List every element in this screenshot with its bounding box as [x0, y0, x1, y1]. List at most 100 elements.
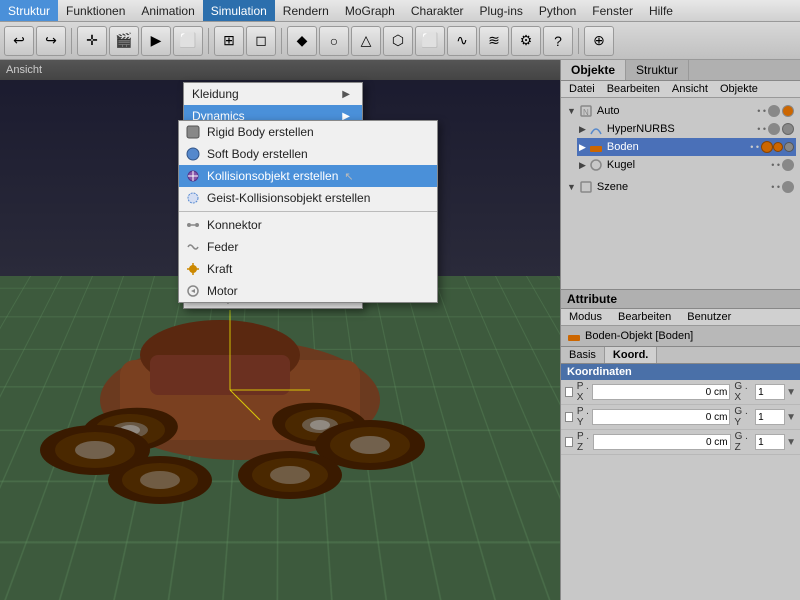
- attr-benutzer[interactable]: Benutzer: [679, 309, 739, 325]
- attr-tabs: Basis Koord.: [561, 347, 800, 364]
- tab-objekte[interactable]: Objekte: [561, 60, 626, 80]
- coord-input-py[interactable]: [592, 409, 730, 425]
- menu-mograph[interactable]: MoGraph: [337, 0, 403, 21]
- panel-menu-ansicht[interactable]: Ansicht: [666, 82, 714, 96]
- render-button[interactable]: ▶: [141, 26, 171, 56]
- auto-icon: N: [578, 103, 594, 119]
- snap-button[interactable]: ⊕: [584, 26, 614, 56]
- boden-circles: [773, 142, 794, 152]
- submenu-kollision[interactable]: Kollisionsobjekt erstellen ↖: [179, 165, 437, 187]
- attr-bearbeiten[interactable]: Bearbeiten: [610, 309, 679, 325]
- kollision-icon: [185, 168, 201, 184]
- obj1-button[interactable]: ◆: [287, 26, 317, 56]
- menu-simulation[interactable]: Simulation: [203, 0, 275, 21]
- feder-icon: [185, 239, 201, 255]
- obj-szene[interactable]: ▼ Szene • •: [565, 178, 796, 196]
- coord-label-px: P . X: [565, 381, 592, 403]
- undo-button[interactable]: ↩: [4, 26, 34, 56]
- cursor-icon: ↖: [344, 170, 353, 183]
- attr-subheader: Modus Bearbeiten Benutzer: [561, 309, 800, 326]
- coord-arrow-gx: ▼: [786, 387, 796, 398]
- geist-icon: [185, 190, 201, 206]
- obj6-button[interactable]: ∿: [447, 26, 477, 56]
- viewport-label: Ansicht: [6, 64, 42, 76]
- panel-menu-bearbeiten[interactable]: Bearbeiten: [601, 82, 666, 96]
- viewport[interactable]: Ansicht Kleidung ▶ Dynamics ▶ Partikelsy…: [0, 60, 560, 600]
- menu-charakter[interactable]: Charakter: [403, 0, 472, 21]
- attr-tab-koord[interactable]: Koord.: [605, 347, 657, 363]
- coord-check-px[interactable]: [565, 387, 573, 397]
- szene-name: Szene: [597, 181, 769, 193]
- attr-modus[interactable]: Modus: [561, 309, 610, 325]
- grid-button[interactable]: ⊞: [214, 26, 244, 56]
- auto-circle2: [782, 105, 794, 117]
- boden-dots: • •: [750, 142, 759, 152]
- obj-kugel[interactable]: ▶ Kugel • •: [577, 156, 796, 174]
- attr-tab-basis[interactable]: Basis: [561, 347, 605, 363]
- persp-button[interactable]: ◻: [246, 26, 276, 56]
- submenu-geist-kollision[interactable]: Geist-Kollisionsobjekt erstellen: [179, 187, 437, 209]
- dynamics-submenu: Rigid Body erstellen Soft Body erstellen: [178, 120, 438, 303]
- obj8-button[interactable]: ⚙: [511, 26, 541, 56]
- hypernurbs-icon: [588, 121, 604, 137]
- kugel-dots: • •: [771, 160, 780, 170]
- coord-input-px[interactable]: [592, 384, 730, 400]
- obj5-button[interactable]: ⬜: [415, 26, 445, 56]
- coord-arrow-gy: ▼: [786, 412, 796, 423]
- panel-menu-bar: Datei Bearbeiten Ansicht Objekte: [561, 81, 800, 98]
- auto-name: Auto: [597, 105, 755, 117]
- viewport-button[interactable]: ⬜: [173, 26, 203, 56]
- attr-section-koordinaten: Koordinaten: [561, 364, 800, 380]
- menu-bar: Struktur Funktionen Animation Simulation…: [0, 0, 800, 22]
- submenu-soft-body[interactable]: Soft Body erstellen: [179, 143, 437, 165]
- rigid-body-icon: [185, 124, 201, 140]
- submenu-motor[interactable]: Motor: [179, 280, 437, 302]
- menu-plugins[interactable]: Plug-ins: [472, 0, 531, 21]
- obj7-button[interactable]: ≋: [479, 26, 509, 56]
- toolbar-separator-1: [71, 28, 72, 54]
- toolbar-separator-4: [578, 28, 579, 54]
- coord-glabel-gx: G . X: [734, 381, 755, 403]
- attr-object-name: Boden-Objekt [Boden]: [561, 326, 800, 347]
- coord-check-py[interactable]: [565, 412, 573, 422]
- tab-struktur[interactable]: Struktur: [626, 60, 689, 80]
- boden-icon: [588, 139, 604, 155]
- menu-hilfe[interactable]: Hilfe: [641, 0, 681, 21]
- coord-input-gx[interactable]: [755, 384, 785, 400]
- obj-boden[interactable]: ▶ Boden • •: [577, 138, 796, 156]
- menu-fenster[interactable]: Fenster: [584, 0, 641, 21]
- panel-menu-objekte[interactable]: Objekte: [714, 82, 764, 96]
- dropdown-kleidung[interactable]: Kleidung ▶: [184, 83, 362, 105]
- objects-list: ▼ N Auto • • ▶ HyperNURBS • •: [561, 98, 800, 200]
- coord-input-gz[interactable]: [755, 434, 785, 450]
- obj2-button[interactable]: ○: [319, 26, 349, 56]
- coord-check-pz[interactable]: [565, 437, 573, 447]
- menu-rendern[interactable]: Rendern: [275, 0, 337, 21]
- expand-arrow-boden: ▶: [579, 142, 586, 153]
- menu-python[interactable]: Python: [531, 0, 584, 21]
- film-button[interactable]: 🎬: [109, 26, 139, 56]
- help-button[interactable]: ?: [543, 26, 573, 56]
- menu-struktur[interactable]: Struktur: [0, 0, 58, 21]
- submenu-feder[interactable]: Feder: [179, 236, 437, 258]
- coord-input-pz[interactable]: [593, 434, 731, 450]
- obj-auto[interactable]: ▼ N Auto • •: [565, 102, 796, 120]
- redo-button[interactable]: ↪: [36, 26, 66, 56]
- move-button[interactable]: ✛: [77, 26, 107, 56]
- panel-tabs: Objekte Struktur: [561, 60, 800, 81]
- boden-name: Boden: [607, 141, 748, 153]
- szene-circle: [782, 181, 794, 193]
- obj3-button[interactable]: △: [351, 26, 381, 56]
- menu-funktionen[interactable]: Funktionen: [58, 0, 133, 21]
- obj4-button[interactable]: ⬡: [383, 26, 413, 56]
- toolbar-separator-2: [208, 28, 209, 54]
- coord-input-gy[interactable]: [755, 409, 785, 425]
- submenu-rigid-body[interactable]: Rigid Body erstellen: [179, 121, 437, 143]
- submenu-konnektor[interactable]: Konnektor: [179, 214, 437, 236]
- kugel-name: Kugel: [607, 159, 769, 171]
- panel-menu-datei[interactable]: Datei: [563, 82, 601, 96]
- submenu-kraft[interactable]: Kraft: [179, 258, 437, 280]
- menu-animation[interactable]: Animation: [133, 0, 202, 21]
- obj-hypernurbs[interactable]: ▶ HyperNURBS • •: [577, 120, 796, 138]
- soft-body-icon: [185, 146, 201, 162]
